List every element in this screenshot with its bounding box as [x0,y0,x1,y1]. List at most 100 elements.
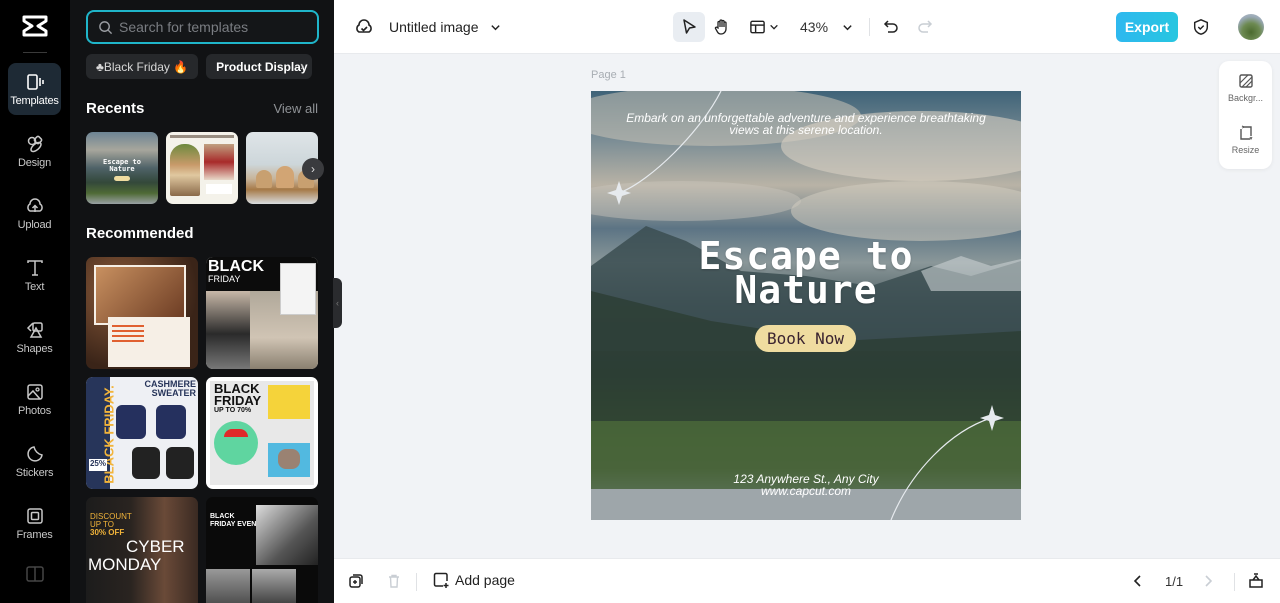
hand-icon [714,19,727,35]
category-chips: ♣Black Friday 🔥 Product Display [86,54,312,79]
rail-item-text[interactable]: Text [8,249,61,301]
more-tools-icon[interactable] [26,566,44,582]
page-label: Page 1 [591,69,626,81]
capcut-logo-icon[interactable] [21,14,49,38]
upload-cloud-icon [26,197,43,212]
website-text: www.capcut.com [760,484,852,498]
cloud-saved-icon[interactable] [354,17,374,37]
layout-dropdown-button[interactable] [744,12,784,42]
rail-item-stickers[interactable]: Stickers [8,435,61,487]
rail-item-design[interactable]: Design [8,125,61,177]
chevron-down-icon [770,24,778,30]
add-page-button[interactable]: Add page [433,572,515,588]
rail-divider [23,52,47,53]
zoom-level[interactable]: 43% [800,17,828,37]
layout-icon [750,20,765,34]
template-black-friday-70[interactable]: BLACK FRIDAY UP TO 70% [206,377,318,489]
background-label: Backgr... [1227,93,1263,103]
collapse-panel-handle[interactable]: ‹ [333,278,342,328]
recommended-title: Recommended [86,225,194,242]
search-input[interactable] [119,19,309,35]
rail-label: Photos [17,404,52,417]
template-cashmere-sweater[interactable]: BLACK FRIDAY. CASHMERE SWEATER 25% [86,377,198,489]
title-chevron-down-icon[interactable] [488,17,502,37]
sparkle-icon [980,405,1004,431]
template-black-friday-30[interactable]: BLACK FRIDAY [206,257,318,369]
resize-icon [1239,125,1252,141]
recents-next-button[interactable]: › [302,158,324,180]
design-canvas[interactable]: Embark on an unforgettable adventure and… [591,91,1021,520]
book-now-button[interactable]: Book Now [755,325,856,352]
rail-item-photos[interactable]: Photos [8,373,61,425]
templates-panel: ♣Black Friday 🔥 Product Display › Recent… [70,0,334,603]
chip-black-friday[interactable]: ♣Black Friday 🔥 [86,54,199,79]
resize-label: Resize [1231,145,1260,155]
template-cyber-monday[interactable]: DISCOUNT UP TO 30% OFF CYBER MONDAY [86,497,198,603]
bottom-divider [1234,573,1235,591]
shapes-icon [26,321,43,338]
canvas-headline[interactable]: Escape to Nature [591,237,1021,312]
toolbar-divider [869,18,870,36]
zoom-chevron-down-icon[interactable] [840,17,854,37]
duplicate-page-button[interactable] [348,573,364,589]
stickers-icon [26,445,43,462]
recommended-grid: BLACK FRIDAY BLACK FRIDAY. CASHMERE SWEAT… [86,257,318,603]
rail-label: Text [24,280,45,293]
bottom-bar: Add page 1/1 [334,558,1280,603]
undo-icon [883,20,898,33]
rail-item-shapes[interactable]: Shapes [8,311,61,363]
rail-item-templates[interactable]: Templates [8,63,61,115]
redo-button[interactable] [909,12,941,42]
trash-icon [389,574,399,588]
undo-button[interactable] [875,12,907,42]
template-black-friday-event[interactable]: BLACK FRIDAY EVENT [206,497,318,603]
canvas-subtitle[interactable]: Embark on an unforgettable adventure and… [591,112,1021,136]
rail-label: Stickers [15,466,54,479]
chip-product-display[interactable]: Product Display [206,54,312,79]
user-avatar[interactable] [1238,14,1264,40]
prev-page-button[interactable] [1130,573,1146,589]
recent-template-escape-to-nature[interactable]: Escape to Nature [86,132,158,204]
rail-label: Upload [17,218,52,231]
page-manager-icon [1249,573,1263,588]
canvas-contact[interactable]: 123 Anywhere St., Any City www.capcut.co… [591,473,1021,497]
top-bar: Untitled image 43% Export [334,0,1280,54]
hand-tool-button[interactable] [706,12,738,42]
document-title[interactable]: Untitled image [389,17,479,37]
design-icon [27,135,42,152]
chevron-right-icon [1205,575,1213,587]
delete-page-button[interactable] [386,573,402,589]
rail-label: Frames [16,528,53,541]
pointer-icon [683,19,696,34]
shield-check-icon[interactable] [1191,17,1211,37]
export-button[interactable]: Export [1116,12,1178,42]
rail-label: Shapes [16,342,53,355]
templates-icon [26,73,44,90]
page-manager-button[interactable] [1248,572,1264,588]
sparkle-icon [607,181,631,205]
page-indicator: 1/1 [1165,573,1184,589]
chevron-left-icon [1133,575,1141,587]
left-rail: Templates Design Upload Text Shapes Phot… [0,0,70,603]
headline-line-2: Nature [734,268,878,312]
duplicate-icon [349,574,363,588]
resize-tool-button[interactable]: Resize [1219,125,1272,155]
add-page-icon [433,572,449,588]
rail-item-upload[interactable]: Upload [8,187,61,239]
recent-template-cakeshop[interactable] [166,132,238,204]
page-tools-panel: Backgr... Resize [1219,61,1272,169]
photos-icon [26,383,43,400]
rail-item-frames[interactable]: Frames [8,497,61,549]
bottom-divider [416,573,417,591]
search-icon [99,20,113,34]
select-tool-button[interactable] [673,12,705,42]
chips-next-icon[interactable]: › [300,58,304,73]
redo-icon [918,20,933,33]
next-page-button[interactable] [1200,573,1216,589]
background-icon [1238,74,1253,88]
background-tool-button[interactable]: Backgr... [1219,73,1272,103]
search-box[interactable] [86,10,319,44]
recents-title: Recents [86,100,145,117]
template-thanksgiving[interactable] [86,257,198,369]
view-all-link[interactable]: View all [273,101,318,116]
